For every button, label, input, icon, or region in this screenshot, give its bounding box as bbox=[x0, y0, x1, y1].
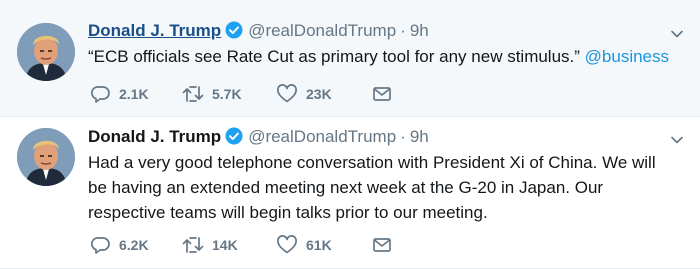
timestamp[interactable]: 9h bbox=[410, 127, 429, 146]
author-handle[interactable]: @realDonaldTrump bbox=[248, 127, 396, 146]
retweet-arrows-icon bbox=[182, 237, 204, 253]
retweet-count: 14K bbox=[212, 237, 238, 253]
reply-bubble-icon bbox=[91, 237, 110, 254]
direct-message-button[interactable] bbox=[372, 83, 400, 105]
author-name[interactable]: Donald J. Trump bbox=[88, 21, 221, 40]
reply-count: 2.1K bbox=[119, 86, 149, 102]
reply-count: 6.2K bbox=[119, 237, 149, 253]
reply-button[interactable]: 6.2K bbox=[91, 234, 149, 256]
separator-dot: · bbox=[400, 21, 406, 40]
reply-button[interactable]: 2.1K bbox=[91, 83, 149, 105]
tweet-header: Donald J. Trump @realDonaldTrump · 9h bbox=[88, 125, 429, 149]
like-count: 23K bbox=[306, 86, 332, 102]
avatar[interactable] bbox=[17, 23, 75, 81]
tweet-header: Donald J. Trump @realDonaldTrump · 9h bbox=[88, 19, 429, 43]
author-name[interactable]: Donald J. Trump bbox=[88, 127, 221, 146]
direct-message-button[interactable] bbox=[372, 234, 400, 256]
tweet-text: Had a very good telephone conversation w… bbox=[88, 153, 656, 222]
retweet-count: 5.7K bbox=[212, 86, 242, 102]
retweet-button[interactable]: 14K bbox=[182, 234, 238, 256]
tweet-body: “ECB officials see Rate Cut as primary t… bbox=[88, 47, 585, 66]
tweet-card[interactable]: Donald J. Trump @realDonaldTrump · 9h “ECB … bbox=[0, 0, 700, 117]
tweet-card[interactable]: Donald J. Trump @realDonaldTrump · 9h Had a… bbox=[0, 117, 700, 269]
envelope-icon bbox=[373, 238, 391, 252]
author-handle[interactable]: @realDonaldTrump bbox=[248, 21, 396, 40]
heart-icon bbox=[277, 235, 297, 254]
like-button[interactable]: 23K bbox=[276, 83, 332, 105]
retweet-arrows-icon bbox=[182, 86, 204, 102]
envelope-icon bbox=[373, 87, 391, 101]
verified-badge-icon bbox=[225, 21, 243, 46]
like-count: 61K bbox=[306, 237, 332, 253]
avatar[interactable] bbox=[17, 128, 75, 186]
reply-bubble-icon bbox=[91, 86, 110, 103]
tweet-text: “ECB officials see Rate Cut as primary t… bbox=[88, 44, 676, 69]
chevron-down-icon[interactable] bbox=[670, 27, 684, 41]
verified-badge-icon bbox=[225, 127, 243, 152]
retweet-button[interactable]: 5.7K bbox=[182, 83, 242, 105]
separator-dot: · bbox=[400, 127, 406, 146]
like-button[interactable]: 61K bbox=[276, 234, 332, 256]
timeline: Donald J. Trump @realDonaldTrump · 9h “ECB … bbox=[0, 0, 700, 269]
timestamp[interactable]: 9h bbox=[410, 21, 429, 40]
chevron-down-icon[interactable] bbox=[670, 133, 684, 147]
mention-link[interactable]: @business bbox=[585, 47, 669, 66]
heart-icon bbox=[277, 84, 297, 103]
